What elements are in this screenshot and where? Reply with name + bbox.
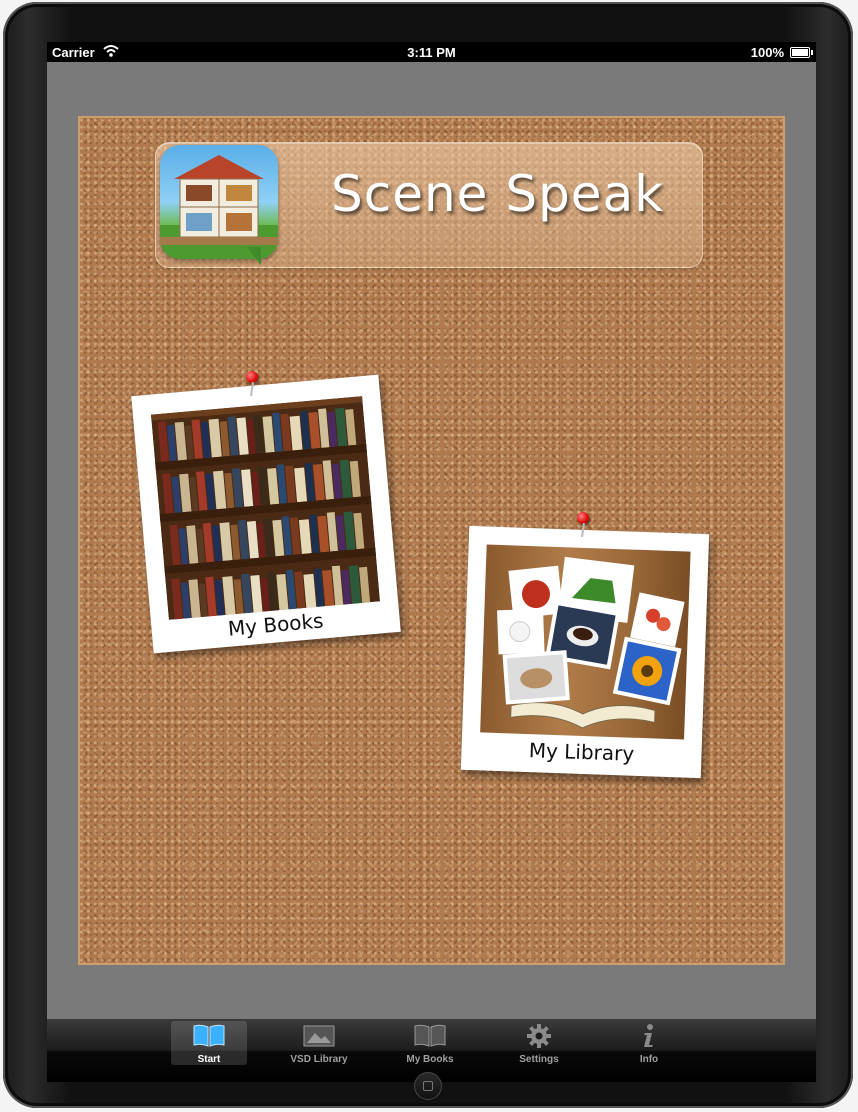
battery-percent: 100%: [750, 45, 784, 60]
tab-vsd-library-label: VSD Library: [290, 1054, 348, 1065]
info-icon: [611, 1023, 687, 1049]
home-button[interactable]: [414, 1072, 442, 1100]
status-bar: Carrier 3:11 PM 100%: [47, 42, 816, 62]
screen: Carrier 3:11 PM 100% Scene Speak My Book…: [47, 42, 816, 1082]
library-collage-photo: [480, 544, 691, 740]
my-library-label: My Library: [528, 738, 635, 766]
tab-settings-label: Settings: [519, 1054, 559, 1065]
my-books-card[interactable]: My Books: [131, 374, 401, 654]
my-library-card[interactable]: My Library: [460, 525, 710, 779]
bookshelf-photo: [150, 396, 381, 627]
book-icon: [392, 1023, 468, 1049]
tab-start[interactable]: Start: [171, 1021, 247, 1065]
tab-settings[interactable]: Settings: [501, 1021, 577, 1065]
app-title: Scene Speak: [331, 165, 665, 223]
red-pin-icon: [577, 512, 589, 524]
tab-my-books-label: My Books: [406, 1054, 454, 1065]
picture-frame-icon: [281, 1023, 357, 1049]
tab-my-books[interactable]: My Books: [392, 1021, 468, 1065]
tab-vsd-library[interactable]: VSD Library: [281, 1021, 357, 1065]
speech-bubble-tail: [247, 247, 261, 265]
battery-icon: [790, 47, 813, 58]
gear-icon: [501, 1023, 577, 1049]
tab-info[interactable]: Info: [611, 1021, 687, 1065]
tab-info-label: Info: [639, 1054, 659, 1065]
open-book-icon: [171, 1023, 247, 1049]
tab-start-label: Start: [197, 1054, 221, 1065]
scene-speak-logo-icon: [160, 145, 278, 259]
status-time: 3:11 PM: [407, 45, 456, 60]
red-pin-icon: [246, 371, 258, 383]
